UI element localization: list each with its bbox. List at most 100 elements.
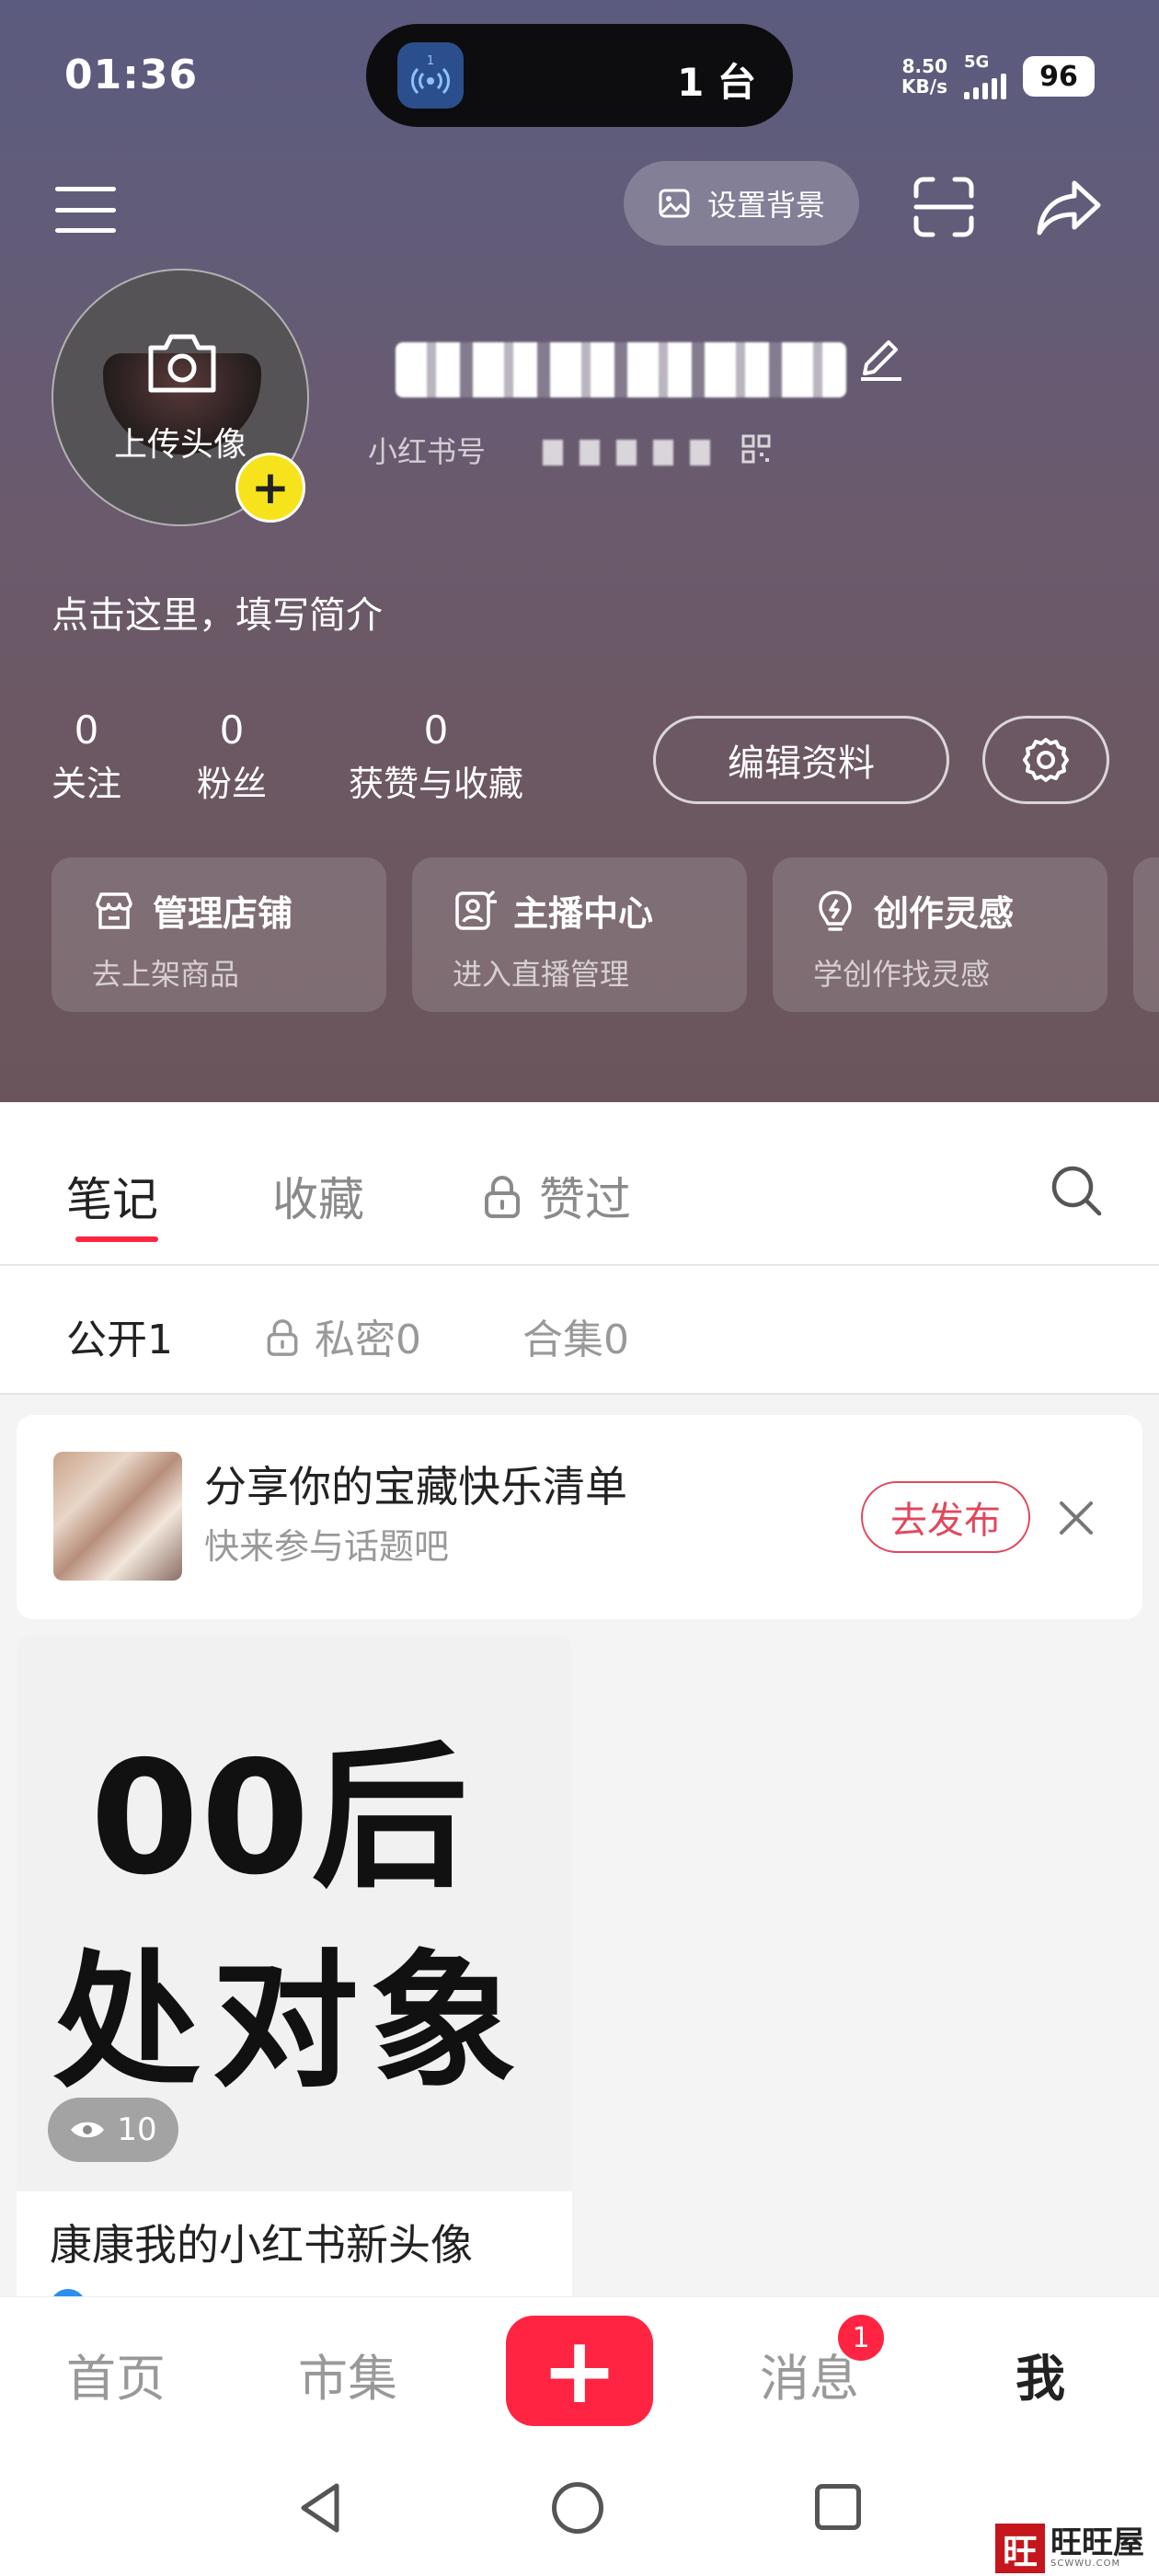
nav-home[interactable]: 首页 — [66, 2338, 166, 2410]
island-app-badge: 1 — [427, 54, 434, 68]
scan-icon[interactable] — [911, 174, 977, 240]
edit-profile-button[interactable]: 编辑资料 — [653, 716, 949, 804]
go-publish-button[interactable]: 去发布 — [861, 1481, 1030, 1553]
stat-followers[interactable]: 0 粉丝 — [195, 705, 269, 811]
cover-text-line2: 处对象 — [53, 1936, 529, 2108]
bulb-icon — [819, 890, 852, 931]
shortcut-title: 管理店铺 — [92, 885, 293, 936]
publish-plus-button[interactable]: + — [506, 2316, 653, 2426]
subtab-albums[interactable]: 合集0 — [522, 1306, 629, 1365]
watermark-text: 旺旺屋 — [1050, 2524, 1144, 2561]
stat-label: 获赞与收藏 — [348, 764, 523, 804]
subtab-public[interactable]: 公开1 — [66, 1306, 173, 1365]
share-icon[interactable] — [1034, 174, 1104, 240]
eye-icon — [71, 2122, 105, 2138]
stat-value: 0 — [74, 707, 99, 753]
lock-icon — [267, 1319, 298, 1356]
promo-subtitle: 快来参与话题吧 — [204, 1526, 450, 1567]
set-background-button[interactable]: 设置背景 — [624, 161, 859, 246]
redbook-id-label: 小红书号 — [368, 434, 487, 469]
tab-active-indicator — [75, 1236, 158, 1242]
shortcut-manage-shop[interactable]: 管理店铺 去上架商品 — [52, 857, 386, 1012]
edit-pencil-icon[interactable] — [855, 329, 907, 381]
close-icon[interactable] — [1056, 1498, 1096, 1538]
shortcut-subtitle: 学创作找灵感 — [813, 957, 991, 992]
camera-icon — [148, 334, 216, 393]
broadcast-icon: 1 — [397, 42, 464, 109]
watermark-text-block: 旺旺屋 SCWWU.COM — [1050, 2527, 1144, 2570]
back-icon[interactable] — [296, 2480, 346, 2536]
image-icon — [659, 189, 690, 218]
subtab-label: 合集 — [522, 1317, 603, 1363]
sub-tab-bar: 公开1 私密0 合集0 — [0, 1266, 1159, 1395]
shortcut-subtitle: 去上架商品 — [92, 957, 240, 992]
shortcut-subtitle: 进入直播管理 — [453, 957, 630, 992]
system-nav-bar — [0, 2444, 1159, 2576]
tab-liked-label: 赞过 — [539, 1173, 631, 1226]
net-speed-value: 8.50 — [901, 55, 947, 77]
shortcut-anchor-center[interactable]: 主播中心 进入直播管理 — [412, 857, 747, 1012]
subtab-count: 1 — [147, 1317, 173, 1363]
top-bar: 设置背景 — [0, 161, 1159, 253]
gear-icon — [1023, 738, 1069, 782]
tab-notes[interactable]: 笔记 — [66, 1163, 158, 1229]
recents-square-icon[interactable] — [815, 2484, 861, 2530]
shortcut-title: 主播中心 — [453, 885, 653, 936]
settings-button[interactable] — [982, 716, 1109, 804]
status-bar: 01:36 1 1 台 8.50 KB/s 5G 96 — [0, 0, 1159, 156]
net-speed: 8.50 KB/s — [901, 56, 947, 97]
shop-icon — [96, 891, 132, 929]
site-watermark: 旺 旺旺屋 SCWWU.COM — [995, 2521, 1159, 2576]
nickname-redacted[interactable] — [396, 342, 846, 397]
shortcut-title: 创作灵感 — [813, 885, 1014, 936]
redbook-id-redacted — [543, 440, 723, 466]
view-count: 10 — [117, 2111, 157, 2148]
anchor-icon — [455, 890, 497, 930]
dynamic-island[interactable]: 1 1 台 — [366, 24, 793, 127]
shortcut-title-text: 创作灵感 — [874, 893, 1015, 934]
shortcut-title-text: 管理店铺 — [153, 893, 293, 934]
bio-placeholder[interactable]: 点击这里，填写简介 — [52, 585, 383, 638]
note-cover: 00后 处对象 10 — [17, 1636, 572, 2191]
topic-promo-card[interactable]: 分享你的宝藏快乐清单 快来参与话题吧 去发布 — [17, 1415, 1142, 1619]
avatar-plus-button[interactable]: + — [235, 453, 305, 523]
shortcut-more-peek[interactable] — [1133, 857, 1159, 1012]
status-right: 8.50 KB/s 5G 96 — [901, 53, 1095, 99]
signal-bars-icon — [964, 72, 1006, 99]
stat-label: 粉丝 — [196, 764, 267, 804]
nav-market[interactable]: 市集 — [298, 2338, 397, 2410]
note-card[interactable]: 00后 处对象 10 康康我的小红书新头像 — [17, 1636, 572, 2390]
stat-following[interactable]: 0 关注 — [50, 705, 123, 811]
tab-collections[interactable]: 收藏 — [272, 1163, 364, 1229]
menu-icon[interactable] — [55, 187, 116, 233]
set-background-label: 设置背景 — [706, 188, 825, 223]
search-icon[interactable] — [1049, 1163, 1104, 1218]
tab-liked[interactable]: 赞过 — [482, 1163, 631, 1229]
signal-label: 5G — [964, 52, 990, 72]
stat-value: 0 — [423, 707, 449, 753]
nav-me[interactable]: 我 — [1016, 2338, 1065, 2410]
watermark-seal: 旺 — [995, 2524, 1045, 2573]
bottom-nav: 首页 市集 + 消息 1 我 — [0, 2296, 1159, 2444]
promo-thumbnail — [53, 1452, 182, 1581]
status-time: 01:36 — [64, 52, 199, 98]
signal-icon: 5G — [964, 53, 1006, 99]
net-speed-unit: KB/s — [901, 75, 947, 98]
island-text: 1 台 — [677, 60, 756, 105]
subtab-count: 0 — [603, 1317, 629, 1363]
stat-value: 0 — [219, 707, 245, 753]
note-title: 康康我的小红书新头像 — [50, 2220, 473, 2270]
subtab-private[interactable]: 私密0 — [265, 1306, 421, 1365]
stat-likes-collects[interactable]: 0 获赞与收藏 — [339, 705, 534, 811]
shortcut-creative-inspiration[interactable]: 创作灵感 学创作找灵感 — [773, 857, 1107, 1012]
messages-badge: 1 — [835, 2312, 887, 2363]
qrcode-icon[interactable] — [741, 434, 771, 464]
shortcut-title-text: 主播中心 — [513, 893, 654, 934]
view-count-badge: 10 — [48, 2098, 178, 2162]
cover-text-line1: 00后 — [90, 1728, 470, 1910]
promo-title: 分享你的宝藏快乐清单 — [204, 1462, 627, 1512]
lock-icon — [485, 1176, 520, 1218]
home-circle-icon[interactable] — [552, 2482, 603, 2534]
tab-bar: 笔记 收藏 赞过 — [0, 1102, 1159, 1266]
profile-header: 01:36 1 1 台 8.50 KB/s 5G 96 设置背景 上传头像 + … — [0, 0, 1159, 1104]
